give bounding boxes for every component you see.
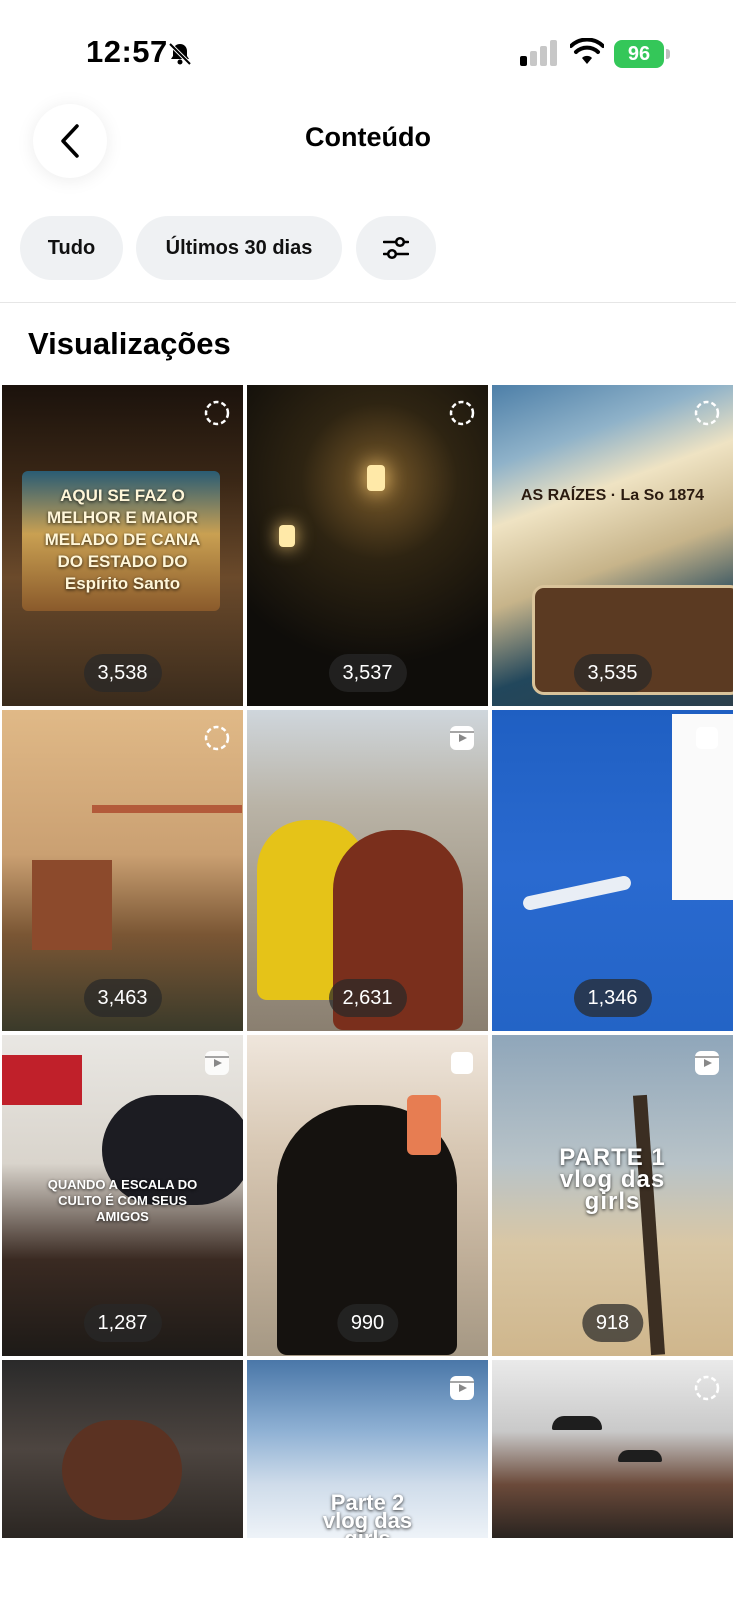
post-icon <box>451 1052 473 1074</box>
battery-indicator: 96 <box>614 40 672 68</box>
post-caption: Parte 2 vlog das girls <box>322 1490 413 1539</box>
views-badge: 3,538 <box>83 654 162 692</box>
story-ring-icon <box>204 400 230 426</box>
status-time: 12:57 <box>86 34 168 69</box>
battery-tip <box>666 49 670 59</box>
story-ring-icon <box>204 725 230 751</box>
post-caption: AQUI SE FAZ O MELHOR E MAIOR MELADO DE C… <box>44 486 201 593</box>
bell-muted-icon <box>168 42 192 66</box>
story-ring-icon <box>694 1375 720 1401</box>
filter-all-chip[interactable]: Tudo <box>20 216 123 280</box>
post-tile[interactable]: PARTE 1 vlog das girls 918 <box>492 1035 733 1356</box>
reel-icon <box>205 1051 229 1075</box>
lamp-graphic <box>618 1450 662 1462</box>
post-tile[interactable]: 3,537 <box>247 385 488 706</box>
views-badge: 3,537 <box>328 654 407 692</box>
reel-icon <box>450 1376 474 1400</box>
post-caption: AS RAÍZES · La So 1874 <box>520 487 705 504</box>
views-badge: 1,346 <box>573 979 652 1017</box>
status-bar: 12:57 96 <box>0 0 736 100</box>
post-caption: QUANDO A ESCALA DO CULTO É COM SEUS AMIG… <box>47 1177 198 1224</box>
story-ring-icon <box>449 400 475 426</box>
views-badge: 1,287 <box>83 1304 162 1342</box>
post-tile[interactable] <box>492 1360 733 1538</box>
post-tile[interactable]: 1,346 <box>492 710 733 1031</box>
reel-icon <box>450 726 474 750</box>
divider <box>0 302 736 303</box>
shirt-graphic <box>2 1055 82 1105</box>
post-tile[interactable]: AQUI SE FAZ O MELHOR E MAIOR MELADO DE C… <box>2 385 243 706</box>
section-title: Visualizações <box>28 326 231 361</box>
post-tile[interactable] <box>2 1360 243 1538</box>
wifi-icon <box>570 38 604 64</box>
battery-level: 96 <box>614 40 664 68</box>
stove-graphic <box>32 860 112 950</box>
lantern-graphic <box>279 525 295 547</box>
story-ring-icon <box>694 400 720 426</box>
views-badge: 918 <box>581 1304 644 1342</box>
post-tile[interactable]: 2,631 <box>247 710 488 1031</box>
post-tile[interactable]: 990 <box>247 1035 488 1356</box>
post-tile[interactable]: QUANDO A ESCALA DO CULTO É COM SEUS AMIG… <box>2 1035 243 1356</box>
date-range-chip[interactable]: Últimos 30 dias <box>136 216 342 280</box>
views-badge: 990 <box>336 1304 399 1342</box>
post-tile[interactable]: 3,463 <box>2 710 243 1031</box>
views-badge: 3,463 <box>83 979 162 1017</box>
phone-graphic <box>407 1095 441 1155</box>
filter-settings-button[interactable] <box>356 216 436 280</box>
sliders-icon <box>383 236 409 260</box>
lantern-graphic <box>367 465 385 491</box>
views-badge: 3,535 <box>573 654 652 692</box>
cellular-signal-icon <box>520 40 557 66</box>
post-tile[interactable]: AS RAÍZES · La So 1874 3,535 <box>492 385 733 706</box>
post-caption: PARTE 1 vlog das girls <box>559 1144 666 1215</box>
page-title: Conteúdo <box>305 122 431 152</box>
post-icon <box>696 727 718 749</box>
post-tile[interactable]: Parte 2 vlog das girls <box>247 1360 488 1538</box>
shelf-graphic <box>92 805 242 813</box>
views-badge: 2,631 <box>328 979 407 1017</box>
reel-icon <box>695 1051 719 1075</box>
lamp-graphic <box>552 1416 602 1430</box>
person-graphic <box>62 1420 182 1520</box>
